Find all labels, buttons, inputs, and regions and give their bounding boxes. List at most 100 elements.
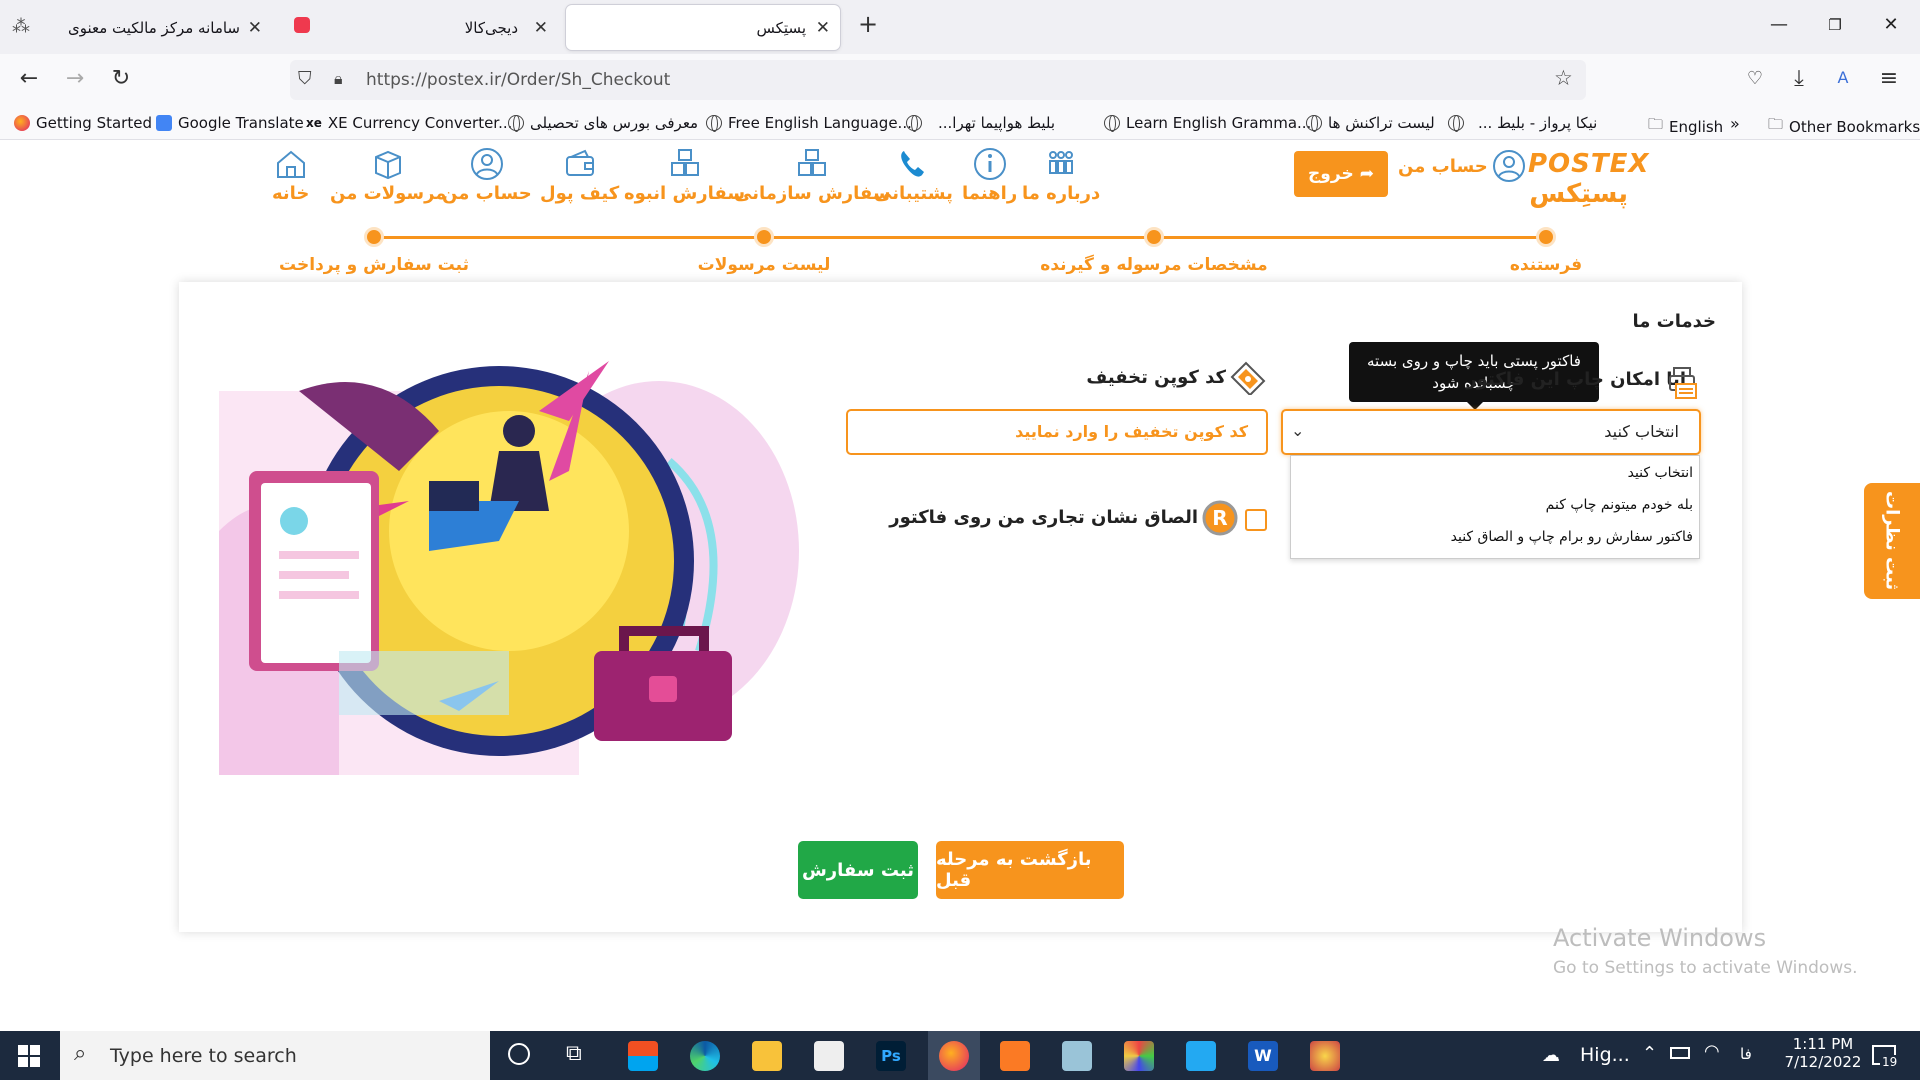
window-close-icon[interactable]: ✕ — [1876, 14, 1906, 35]
bookmark-getting-started[interactable]: Getting Started — [14, 114, 152, 132]
coupon-ticket-icon — [1230, 361, 1266, 395]
notepad-icon[interactable] — [1062, 1041, 1092, 1071]
dropdown-option[interactable]: فاکتور سفارش رو برام چاپ و الصاق کنید — [1451, 529, 1693, 545]
nav-label: سفارش سازمانی — [734, 183, 891, 204]
bookmark-label: Google Translate — [178, 114, 304, 132]
nav-home[interactable]: خانه — [272, 147, 309, 204]
paint-icon[interactable] — [1310, 1041, 1340, 1071]
battery-icon[interactable] — [1670, 1047, 1690, 1059]
exit-button[interactable]: خروج ➦ — [1294, 151, 1388, 197]
google-translate-icon — [156, 115, 172, 131]
nav-bulk-order[interactable]: سفارش انبوه — [624, 147, 745, 204]
vscode-icon[interactable] — [1186, 1041, 1216, 1071]
firefox-icon — [939, 1041, 969, 1071]
bookmark-xe[interactable]: xe XE Currency Converter... — [306, 114, 512, 132]
shield-icon[interactable]: ⛉ — [298, 68, 312, 89]
chevron-more-icon[interactable]: » — [1730, 114, 1740, 133]
nav-my-parcels[interactable]: مرسولات من — [330, 147, 446, 204]
firefox-taskbar-active[interactable] — [928, 1031, 980, 1080]
globe-icon — [706, 115, 722, 132]
pocket-icon[interactable]: ♡ — [1740, 68, 1770, 89]
edge-icon[interactable] — [690, 1041, 720, 1071]
submit-order-button[interactable]: ثبت سفارش — [798, 841, 918, 899]
mail-icon[interactable] — [814, 1041, 844, 1071]
tab-list-icon[interactable]: ⁂ — [12, 16, 30, 37]
file-explorer-icon[interactable] — [752, 1041, 782, 1071]
chevron-up-icon[interactable]: ⌃ — [1642, 1043, 1657, 1064]
firefox-icon — [14, 115, 30, 131]
nav-my-account[interactable]: حساب من — [442, 147, 532, 204]
task-view-icon[interactable]: ⧉ — [566, 1041, 582, 1066]
bookmark-google-translate[interactable]: Google Translate — [156, 114, 304, 132]
translate-extension-icon[interactable]: A — [1828, 68, 1858, 87]
my-account-link[interactable]: حساب من — [1398, 149, 1526, 183]
logo-fa: پستِکس — [1529, 179, 1628, 209]
browser-nav-bar: ← → ↻ ⛉ 🔒︎ https://postex.ir/Order/Sh_Ch… — [0, 54, 1920, 108]
minimize-icon[interactable]: — — [1764, 14, 1794, 35]
tab-digikala[interactable]: دیجی‌کالا ✕ — [288, 5, 558, 50]
nav-about[interactable]: درباره ما — [1022, 147, 1100, 204]
bookmark-label: Getting Started — [36, 114, 152, 132]
photoshop-icon[interactable]: Ps — [876, 1041, 906, 1071]
bookmark-folder-other[interactable]: 🗀 Other Bookmarks — [1768, 114, 1920, 139]
word-icon[interactable]: W — [1248, 1041, 1278, 1071]
exit-label: خروج — [1308, 164, 1354, 184]
restore-icon[interactable]: ❐ — [1820, 16, 1850, 34]
nav-wallet[interactable]: کیف پول — [540, 147, 619, 204]
back-button[interactable]: بازگشت به مرحله قبل — [936, 841, 1124, 899]
clock[interactable]: 1:11 PM 7/12/2022 — [1778, 1035, 1868, 1071]
cortana-icon[interactable] — [508, 1043, 530, 1065]
bookmark-transactions[interactable]: لیست تراکنش ها — [1306, 114, 1435, 132]
windows-taskbar: ⌕ Type here to search ⧉ Ps W ☁ Hig... ⌃ … — [0, 1031, 1920, 1080]
trademark-label: الصاق نشان تجاری من روی فاکتور — [889, 507, 1198, 528]
feedback-side-tab[interactable]: ثبت نظرات — [1864, 483, 1920, 599]
wifi-icon[interactable]: ◠ — [1704, 1041, 1720, 1062]
weather-icon[interactable]: ☁ — [1542, 1045, 1560, 1066]
coupon-input[interactable]: کد کوپن تخفیف را وارد نمایید — [846, 409, 1268, 455]
lock-icon[interactable]: 🔒︎ — [334, 69, 343, 89]
bookmark-free-english[interactable]: Free English Language... — [706, 114, 912, 132]
windows-start-icon[interactable] — [18, 1045, 40, 1067]
postex-logo[interactable]: POSTEX پستِکس — [1528, 149, 1648, 213]
boxes-icon — [670, 149, 699, 176]
printer-icon — [1669, 367, 1697, 399]
nav-guide[interactable]: راهنما — [962, 147, 1017, 204]
git-icon[interactable] — [1124, 1041, 1154, 1071]
store-icon[interactable] — [628, 1041, 658, 1071]
bookmark-nika[interactable]: نیکا پرواز - بلیط ... — [1448, 114, 1597, 132]
close-tab-icon[interactable]: ✕ — [248, 18, 262, 38]
print-option-select[interactable]: انتخاب کنید ⌄ — [1281, 409, 1701, 455]
tray-text[interactable]: Hig... — [1580, 1044, 1630, 1066]
download-icon[interactable]: ⤓ — [1784, 66, 1814, 91]
select-value: انتخاب کنید — [1604, 422, 1679, 441]
globe-icon — [1306, 115, 1322, 132]
step-dot — [754, 227, 774, 247]
bookmark-scholarships[interactable]: معرفی بورس های تحصیلی — [508, 114, 698, 132]
address-bar[interactable]: ⛉ 🔒︎ https://postex.ir/Order/Sh_Checkout… — [290, 60, 1586, 100]
back-arrow-icon[interactable]: ← — [14, 66, 44, 91]
menu-hamburger-icon[interactable]: ≡ — [1874, 66, 1904, 91]
nav-support[interactable]: پشتیبانی — [874, 147, 953, 204]
bookmark-learn-grammar[interactable]: Learn English Gramma... — [1104, 114, 1311, 132]
url-text[interactable]: https://postex.ir/Order/Sh_Checkout — [366, 70, 670, 90]
search-placeholder: Type here to search — [110, 1044, 297, 1067]
dropdown-option[interactable]: بله خودم میتونم چاپ کنم — [1546, 497, 1693, 513]
dropdown-option[interactable]: انتخاب کنید — [1628, 465, 1693, 481]
tab-ip-center[interactable]: سامانه مرکز مالکیت معنوی ✕ — [60, 5, 270, 50]
bookmark-folder-english[interactable]: 🗀 English — [1648, 114, 1723, 139]
xampp-icon[interactable] — [1000, 1041, 1030, 1071]
tab-label: دیجی‌کالا — [464, 18, 518, 37]
close-tab-icon[interactable]: ✕ — [534, 18, 548, 38]
nav-label: حساب من — [442, 183, 532, 204]
close-tab-icon[interactable]: ✕ — [816, 18, 830, 38]
nav-org-order[interactable]: سفارش سازمانی — [734, 147, 891, 204]
trademark-checkbox[interactable] — [1245, 509, 1267, 531]
taskbar-search-box[interactable]: ⌕ Type here to search — [60, 1031, 490, 1080]
tab-postex[interactable]: پستِکس ✕ — [566, 5, 840, 50]
bookmark-star-icon[interactable]: ☆ — [1554, 66, 1573, 90]
forward-arrow-icon[interactable]: → — [60, 66, 90, 91]
reload-icon[interactable]: ↻ — [106, 66, 136, 91]
language-indicator[interactable]: فا — [1740, 1045, 1752, 1063]
bookmark-flight[interactable]: بلیط هواپیما تهرا... — [906, 114, 1055, 132]
new-tab-plus-icon[interactable]: + — [858, 10, 878, 38]
